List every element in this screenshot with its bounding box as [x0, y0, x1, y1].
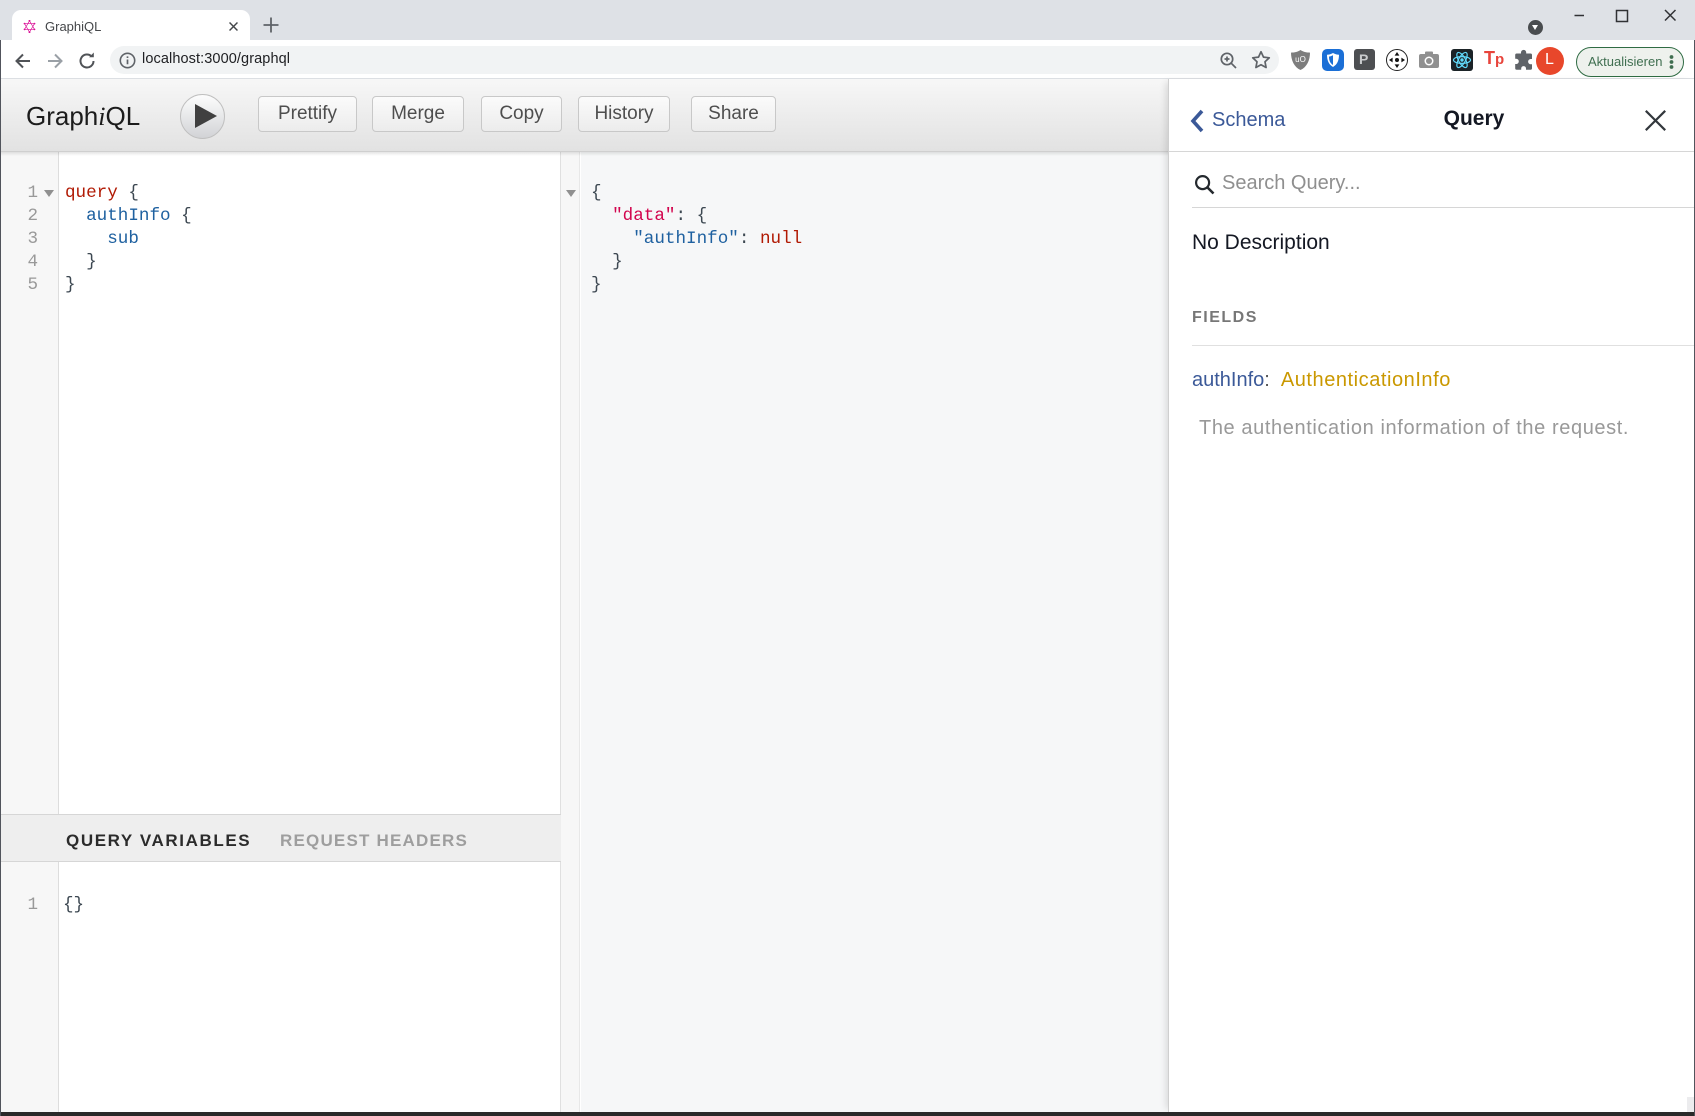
svg-text:uO: uO [1295, 55, 1306, 64]
